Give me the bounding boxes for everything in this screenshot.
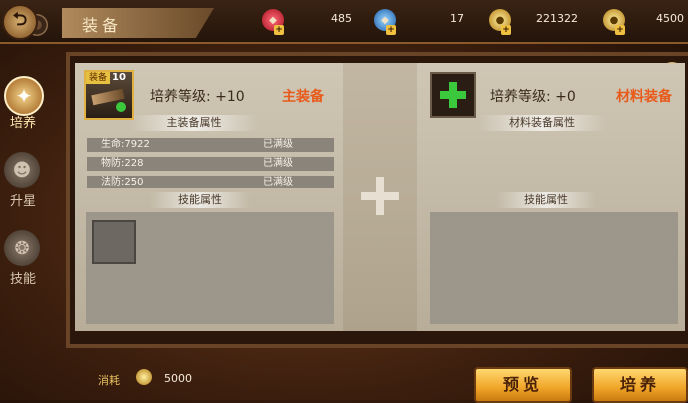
swap-icon [116, 102, 126, 112]
page-title: 装备 [82, 16, 123, 35]
skill-slot[interactable] [92, 220, 136, 264]
gold-coin-icon [136, 369, 152, 385]
nav-label-train: 培养 [9, 116, 36, 131]
star-icon: ✦ [4, 76, 44, 116]
swirl-icon: ❂ [4, 230, 40, 266]
coin-count: 4500 [656, 12, 684, 25]
bust-icon: ☻ [4, 152, 40, 188]
material-level-label: 培养等级: +0 [490, 89, 576, 105]
back-button[interactable]: ⮌ [2, 4, 38, 40]
add-material-icon-vertical [449, 82, 457, 108]
material-skill-area [430, 212, 678, 324]
train-button[interactable]: 培养 [592, 367, 688, 403]
stat-status: 已满级 [263, 139, 293, 150]
plus-icon-vertical [376, 177, 384, 215]
stat-status: 已满级 [263, 177, 293, 188]
main-equip-kind: 主装备 [282, 89, 324, 105]
stat-status: 已满级 [263, 158, 293, 169]
stat-row: 生命:7922 已满级 [87, 138, 334, 152]
back-arrow-icon: ⮌ [12, 9, 28, 30]
nav-item-star-up[interactable]: ☻ 升星 [0, 152, 46, 209]
material-equip-kind: 材料装备 [616, 89, 672, 105]
footer-divider [66, 344, 688, 348]
main-level-label: 培养等级: +10 [150, 89, 245, 105]
blue-gem-count: 17 [450, 12, 464, 25]
preview-button[interactable]: 预览 [474, 367, 572, 403]
equip-level-badge: 10 [112, 72, 126, 83]
material-skill-header: 技能属性 [496, 192, 596, 208]
stat-label: 生命:7922 [101, 139, 150, 150]
material-attr-header: 材料装备属性 [478, 115, 606, 131]
main-attr-header: 主装备属性 [130, 115, 258, 131]
stat-label: 法防:250 [101, 177, 144, 188]
add-blue-gem-button[interactable]: + [386, 25, 396, 35]
nav-label-skill: 技能 [9, 272, 36, 287]
cost-value: 5000 [164, 372, 192, 385]
stat-row: 法防:250 已满级 [87, 176, 334, 188]
cost-label: 消耗 [98, 374, 120, 387]
main-equip-slot[interactable]: 装备 10 [84, 70, 134, 120]
main-skill-header: 技能属性 [150, 192, 250, 208]
equip-badge: 装备 [86, 72, 110, 84]
add-coin-button[interactable]: + [615, 25, 625, 35]
stat-row: 物防:228 已满级 [87, 157, 334, 171]
nav-label-star-up: 升星 [9, 194, 36, 209]
red-gem-count: 485 [331, 12, 352, 25]
material-slot[interactable] [430, 72, 476, 118]
nav-item-skill[interactable]: ❂ 技能 [0, 230, 46, 287]
add-red-gem-button[interactable]: + [274, 25, 284, 35]
stat-label: 物防:228 [101, 158, 144, 169]
gold-count: 221322 [536, 12, 578, 25]
nav-item-train[interactable]: ✦ 培养 [0, 76, 46, 131]
add-gold-button[interactable]: + [501, 25, 511, 35]
